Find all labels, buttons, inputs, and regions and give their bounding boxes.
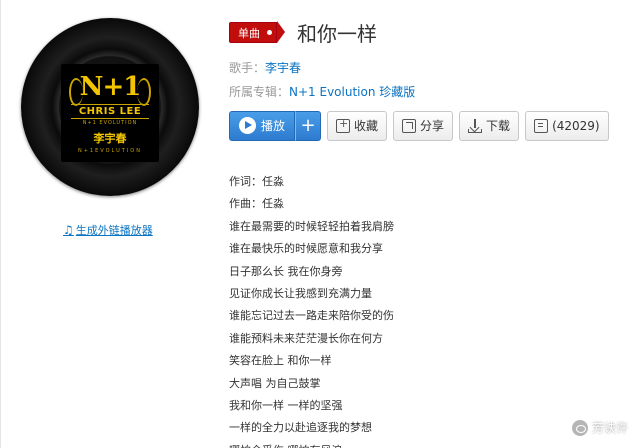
- download-label: 下载: [486, 119, 511, 133]
- favorite-label: 收藏: [354, 119, 379, 133]
- comment-icon: [534, 118, 549, 133]
- cover-evolution: N+1EVOLUTION: [78, 148, 142, 154]
- cover-art: N+1 CHRIS LEE N+1 EVOLUTION 李宇春 N+1EVOLU…: [61, 64, 159, 162]
- single-badge: 单曲: [229, 21, 277, 43]
- album-link[interactable]: N+1 Evolution 珍藏版: [289, 85, 415, 99]
- external-player-link[interactable]: ♫ 生成外链播放器: [63, 222, 153, 238]
- song-info: 单曲 和你一样 歌手：李宇春 所属专辑：N+1 Evolution 珍藏版 播放…: [229, 18, 629, 141]
- comments-button[interactable]: (42029): [525, 110, 609, 141]
- lyric-line: 作曲：任淼: [229, 197, 284, 211]
- lyric-line: 谁能忘记过去一路走来陪你受的伤: [229, 309, 394, 323]
- badge-arrow: [277, 21, 285, 43]
- song-title: 和你一样: [297, 21, 377, 46]
- download-icon: [468, 118, 483, 133]
- cover-subtitle: N+1 EVOLUTION: [82, 120, 138, 126]
- album-row: 所属专辑：N+1 Evolution 珍藏版: [229, 84, 629, 100]
- lyric-line: 见证你成长让我感到充满力量: [229, 286, 372, 300]
- play-button[interactable]: 播放: [229, 110, 296, 141]
- lyric-line: 哪怕会受伤 哪怕有风浪: [229, 440, 609, 448]
- singer-link[interactable]: 李宇春: [265, 61, 301, 75]
- lyric-line: 笑容在脸上 和你一样: [229, 354, 332, 368]
- song-page: N+1 CHRIS LEE N+1 EVOLUTION 李宇春 N+1EVOLU…: [0, 0, 640, 448]
- action-buttons: 播放 + 收藏 分享 下载 (42029): [229, 110, 629, 141]
- play-label: 播放: [261, 119, 286, 133]
- watermark-text: 芳诀许: [591, 421, 628, 435]
- play-icon: [239, 117, 256, 134]
- share-button[interactable]: 分享: [393, 110, 454, 141]
- title-row: 单曲 和你一样: [229, 18, 629, 46]
- share-icon: [402, 118, 417, 133]
- watermark-icon: [571, 419, 588, 436]
- music-note-icon: ♫: [63, 223, 74, 237]
- add-to-playlist-button[interactable]: +: [295, 110, 322, 141]
- lyric-line: 一样的全力以赴追逐我的梦想: [229, 421, 372, 435]
- lyrics-panel: 作词：任淼 作曲：任淼 谁在最需要的时候轻轻拍着我肩膀 谁在最快乐的时候愿意和我…: [229, 171, 609, 448]
- album-cover: N+1 CHRIS LEE N+1 EVOLUTION 李宇春 N+1EVOLU…: [21, 12, 199, 208]
- comments-count: (42029): [552, 118, 600, 133]
- cover-logo: N+1: [79, 72, 142, 102]
- singer-row: 歌手：李宇春: [229, 60, 629, 76]
- lyric-line: 大声唱 为自己鼓掌: [229, 376, 321, 390]
- download-button[interactable]: 下载: [459, 110, 520, 141]
- vinyl-disc: N+1 CHRIS LEE N+1 EVOLUTION 李宇春 N+1EVOLU…: [21, 18, 199, 196]
- cover-artist-cn: 李宇春: [93, 132, 127, 145]
- lyric-line: 谁在最快乐的时候愿意和我分享: [229, 242, 383, 256]
- watermark: 芳诀许: [571, 419, 628, 436]
- share-label: 分享: [420, 119, 445, 133]
- lyric-line: 谁能预料未来茫茫漫长你在何方: [229, 331, 383, 345]
- lyric-line: 日子那么长 我在你身旁: [229, 264, 343, 278]
- external-player-label: 生成外链播放器: [75, 224, 153, 237]
- lyric-line: 作词：任淼: [229, 175, 284, 188]
- cover-artist-name: CHRIS LEE: [71, 104, 149, 119]
- favorite-button[interactable]: 收藏: [327, 110, 388, 141]
- lyric-line: 谁在最需要的时候轻轻拍着我肩膀: [229, 219, 394, 233]
- singer-label: 歌手：: [229, 61, 266, 75]
- lyric-line: 我和你一样 一样的坚强: [229, 398, 343, 412]
- album-label: 所属专辑：: [229, 85, 290, 99]
- favorite-icon: [336, 117, 351, 133]
